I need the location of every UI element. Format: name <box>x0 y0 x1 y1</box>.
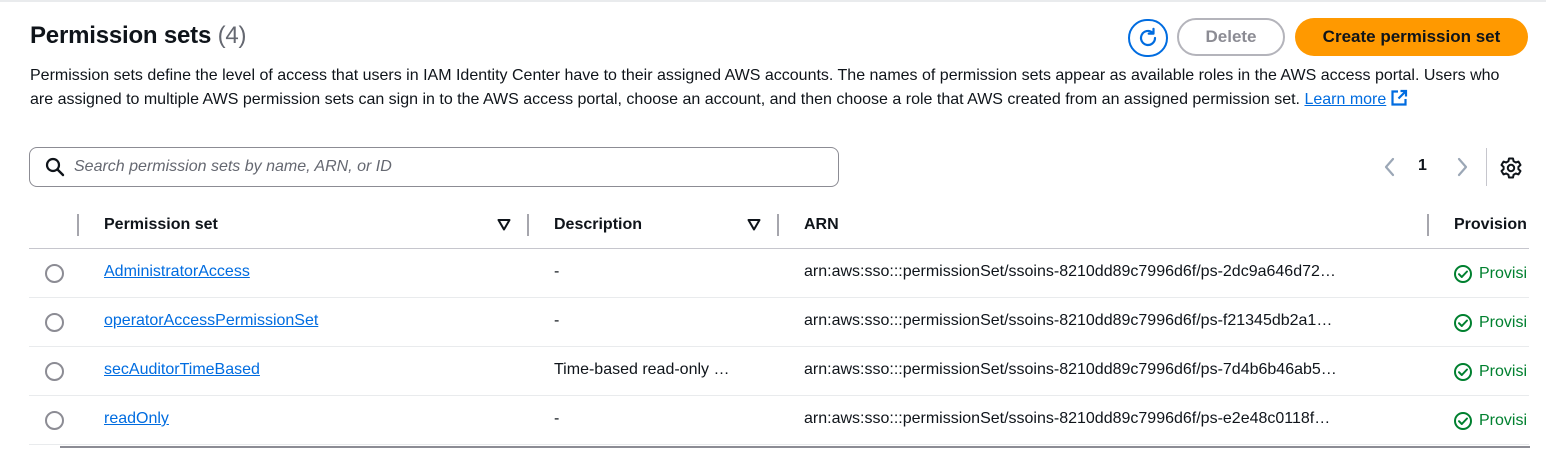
learn-more-label: Learn more <box>1304 90 1387 108</box>
row-select-radio[interactable] <box>45 313 64 332</box>
pagination-divider <box>1486 148 1487 186</box>
description-text: Permission sets define the level of acce… <box>30 67 1500 108</box>
previous-page-icon[interactable] <box>1380 156 1400 178</box>
refresh-icon <box>1139 27 1157 47</box>
row-arn: arn:aws:sso:::permissionSet/ssoins-8210d… <box>804 312 1333 329</box>
column-header-description[interactable]: Description <box>554 213 642 237</box>
learn-more-link[interactable]: Learn more <box>1304 91 1386 108</box>
next-page-icon[interactable] <box>1452 156 1472 178</box>
row-arn: arn:aws:sso:::permissionSet/ssoins-8210d… <box>804 410 1331 427</box>
refresh-button[interactable] <box>1128 19 1168 57</box>
column-separator <box>77 214 79 236</box>
column-header-provisioning[interactable]: Provision <box>1454 213 1528 237</box>
success-check-icon <box>1454 412 1472 430</box>
search-input[interactable] <box>74 154 814 180</box>
table-row: readOnly - arn:aws:sso:::permissionSet/s… <box>29 396 1529 445</box>
row-select-radio[interactable] <box>45 411 64 430</box>
success-check-icon <box>1454 314 1472 332</box>
permission-set-link[interactable]: readOnly <box>104 410 169 428</box>
column-resizer[interactable] <box>777 214 779 236</box>
current-page-number[interactable]: 1 <box>1418 157 1427 175</box>
status-text: Provisi <box>1479 314 1528 331</box>
horizontal-scrollbar[interactable] <box>60 446 1530 448</box>
permission-set-link[interactable]: operatorAccessPermissionSet <box>104 312 318 330</box>
external-link-icon[interactable] <box>1390 89 1408 107</box>
delete-button[interactable]: Delete <box>1177 18 1285 56</box>
table-row: operatorAccessPermissionSet - arn:aws:ss… <box>29 298 1529 347</box>
success-check-icon <box>1454 363 1472 381</box>
column-resizer[interactable] <box>527 214 529 236</box>
sort-descending-icon[interactable] <box>747 218 761 232</box>
status-indicator: Provisi <box>1453 360 1529 384</box>
column-header-arn[interactable]: ARN <box>804 213 839 237</box>
row-description: - <box>554 312 560 329</box>
page-description: Permission sets define the level of acce… <box>30 64 1510 111</box>
success-check-icon <box>1454 265 1472 283</box>
create-permission-set-button[interactable]: Create permission set <box>1295 18 1528 56</box>
item-count: (4) <box>217 22 247 49</box>
gear-icon[interactable] <box>1499 156 1523 180</box>
permission-set-link[interactable]: secAuditorTimeBased <box>104 361 260 379</box>
row-select-radio[interactable] <box>45 362 64 381</box>
row-select-radio[interactable] <box>45 264 64 283</box>
row-description: - <box>554 410 560 427</box>
column-resizer[interactable] <box>1427 214 1429 236</box>
title-text: Permission sets <box>30 22 212 49</box>
table-row: secAuditorTimeBased Time-based read-only… <box>29 347 1529 396</box>
row-description: - <box>554 263 560 280</box>
status-indicator: Provisi <box>1453 262 1529 286</box>
status-text: Provisi <box>1479 363 1528 380</box>
status-indicator: Provisi <box>1453 409 1529 433</box>
column-header-permission-set[interactable]: Permission set <box>104 213 218 237</box>
sort-descending-icon[interactable] <box>497 218 511 232</box>
permission-set-link[interactable]: AdministratorAccess <box>104 263 250 281</box>
table-row: AdministratorAccess - arn:aws:sso:::perm… <box>29 249 1529 298</box>
row-description: Time-based read-only … <box>554 361 730 378</box>
search-box[interactable] <box>29 147 839 187</box>
row-arn: arn:aws:sso:::permissionSet/ssoins-8210d… <box>804 263 1336 280</box>
search-icon <box>45 157 65 177</box>
status-indicator: Provisi <box>1453 311 1529 335</box>
page-title: Permission sets (4) <box>30 22 246 50</box>
row-arn: arn:aws:sso:::permissionSet/ssoins-8210d… <box>804 361 1337 378</box>
status-text: Provisi <box>1479 265 1528 282</box>
top-divider <box>0 0 1546 2</box>
status-text: Provisi <box>1479 412 1528 429</box>
